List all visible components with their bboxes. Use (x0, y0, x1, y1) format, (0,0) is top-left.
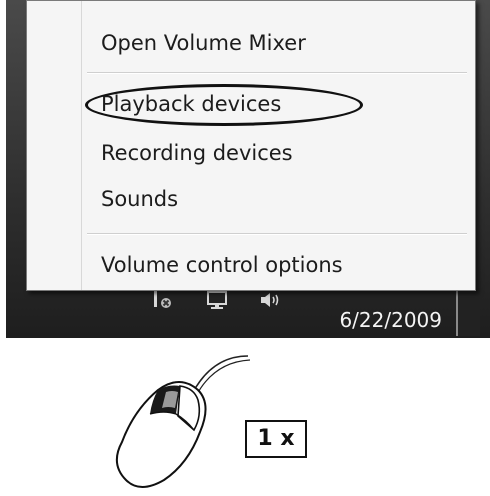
display-icon[interactable] (205, 288, 229, 312)
menu-gutter (81, 1, 82, 290)
mouse-click-illustration (100, 352, 260, 492)
click-count-label: 1 x (245, 420, 307, 458)
menu-separator (87, 72, 467, 74)
speaker-icon[interactable] (258, 288, 282, 312)
menu-item-volume-control-options[interactable]: Volume control options (101, 247, 343, 283)
network-error-icon[interactable] (152, 288, 176, 312)
menu-separator (87, 233, 467, 235)
highlight-ellipse (85, 84, 363, 126)
menu-item-sounds[interactable]: Sounds (101, 181, 178, 217)
menu-item-recording-devices[interactable]: Recording devices (101, 135, 293, 171)
taskbar-clock[interactable]: 6/22/2009 (322, 306, 442, 334)
show-desktop-button[interactable] (456, 288, 480, 336)
menu-item-open-volume-mixer[interactable]: Open Volume Mixer (101, 25, 306, 61)
volume-context-menu: Open Volume Mixer Playback devices Recor… (26, 0, 476, 291)
